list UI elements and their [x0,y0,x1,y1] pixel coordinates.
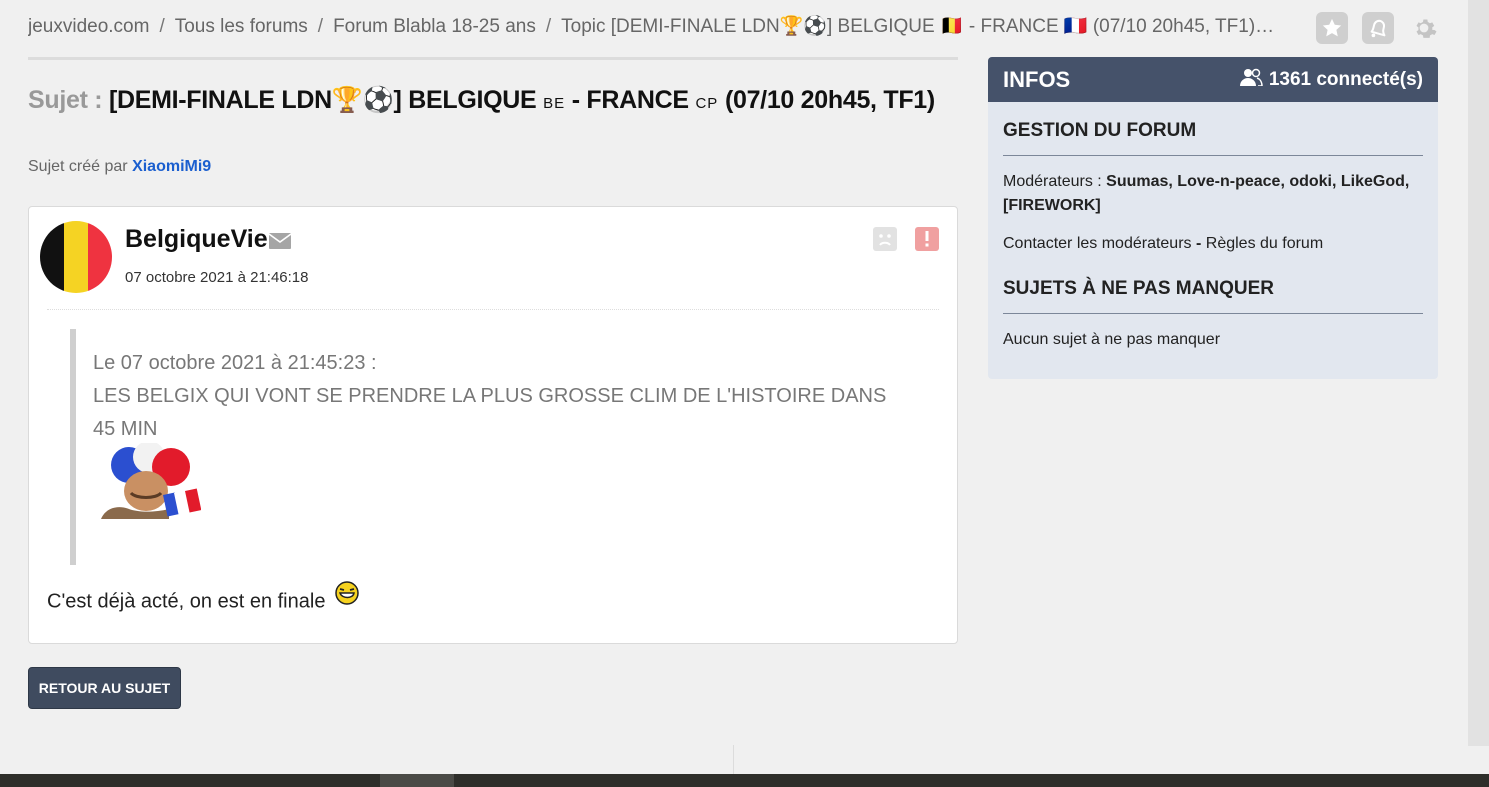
scrollbar[interactable] [1468,0,1489,746]
post: BelgiqueVie 07 octobre 2021 à 21:46:18 L… [28,206,958,644]
post-message-text: C'est déjà acté, on est en finale [47,590,326,613]
gear-icon[interactable] [1408,12,1440,44]
contact-line: Contacter les modérateurs - Règles du fo… [1003,232,1423,256]
breadcrumb-forum[interactable]: Forum Blabla 18-25 ans [333,16,536,37]
post-actions [873,227,939,256]
forum-rules-link[interactable]: Règles du forum [1206,235,1323,252]
taskbar-tab[interactable] [380,774,454,787]
topic-creator: Sujet créé par XiaomiMi9 [28,158,211,176]
breadcrumb-home[interactable]: jeuxvideo.com [28,16,149,37]
creator-label: Sujet créé par [28,158,128,175]
post-date[interactable]: 07 octobre 2021 à 21:46:18 [125,269,309,286]
link-separator: - [1195,235,1202,252]
title-part: (07/10 20h45, TF1) [724,86,935,114]
laughing-smiley-icon [335,581,359,611]
no-sujet-text: Aucun sujet à ne pas manquer [1003,331,1221,348]
post-divider [47,309,939,310]
title-part: [DEMI-FINALE LDN🏆⚽] BELGIQUE [108,86,537,114]
connected-count: 1361 connecté(s) [1239,68,1423,92]
topic-actions [1316,12,1440,44]
users-icon [1239,68,1263,92]
gestion-title: GESTION DU FORUM [1003,120,1423,156]
connected-text: 1361 connecté(s) [1268,68,1423,90]
contact-moderators-link[interactable]: Contacter les modérateurs [1003,235,1192,252]
page-title: Sujet : [DEMI-FINALE LDN🏆⚽] BELGIQUE BE … [28,86,958,115]
alert-icon[interactable] [915,227,939,256]
creator-link[interactable]: XiaomiMi9 [132,158,211,175]
flag-fr: CP [695,95,719,112]
breadcrumb: jeuxvideo.com / Tous les forums / Forum Blab… [28,14,1308,38]
back-to-topic-button[interactable]: RETOUR AU SUJET [28,667,181,709]
sad-face-icon[interactable] [873,227,897,256]
infos-title: INFOS [1003,66,1071,92]
title-prefix: Sujet : [28,86,103,114]
mail-icon[interactable] [268,233,292,254]
breadcrumb-all-forums[interactable]: Tous les forums [175,16,308,37]
breadcrumb-separator: / [545,16,552,37]
infos-panel: INFOS 1361 connecté(s) GESTION DU FORUM … [988,57,1438,379]
quote-text: LES BELGIX QUI VONT SE PRENDRE LA PLUS G… [93,385,887,440]
post-message: C'est déjà acté, on est en finale [47,581,359,617]
quote-header: Le 07 octobre 2021 à 21:45:23 : [93,352,377,374]
sticker-image[interactable] [101,441,202,519]
header-divider [28,57,958,60]
sujets-title: SUJETS À NE PAS MANQUER [1003,278,1423,314]
bell-icon[interactable] [1362,12,1394,44]
avatar[interactable] [40,221,112,293]
post-author[interactable]: BelgiqueVie [125,225,268,254]
star-icon[interactable] [1316,12,1348,44]
breadcrumb-topic[interactable]: Topic [DEMI-FINALE LDN🏆⚽] BELGIQUE 🇧🇪 - … [561,16,1274,37]
infos-header: INFOS 1361 connecté(s) [988,57,1438,102]
breadcrumb-separator: / [159,16,165,37]
flag-be: BE [543,95,566,112]
breadcrumb-separator: / [317,16,324,37]
title-part: - FRANCE [571,86,689,114]
footer-divider [733,745,734,774]
moderators-line: Modérateurs : Suumas, Love-n-peace, odok… [1003,170,1423,218]
quote-block: Le 07 octobre 2021 à 21:45:23 : LES BELG… [70,329,896,565]
taskbar [0,774,1489,787]
moderators-label: Modérateurs : [1003,173,1102,190]
